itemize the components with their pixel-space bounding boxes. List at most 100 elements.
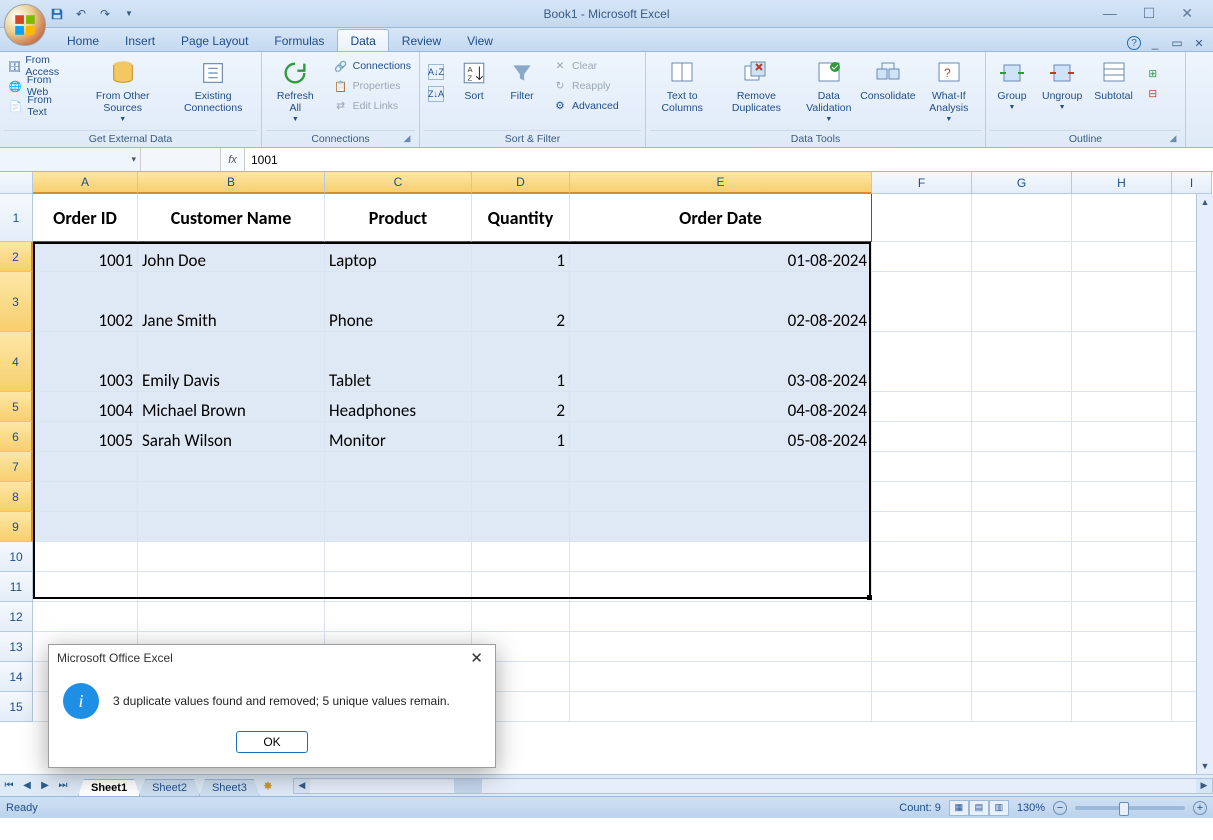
- cell[interactable]: [1072, 392, 1172, 422]
- cell[interactable]: [972, 662, 1072, 692]
- ribbon-restore-icon[interactable]: ▭: [1169, 35, 1185, 51]
- tab-review[interactable]: Review: [389, 29, 454, 51]
- cell[interactable]: 03-08-2024: [570, 332, 872, 392]
- cell[interactable]: [570, 542, 872, 572]
- cell[interactable]: 1005: [33, 422, 138, 452]
- dialog-close-icon[interactable]: ✕: [466, 649, 487, 667]
- cell[interactable]: [472, 542, 570, 572]
- cell[interactable]: Emily Davis: [138, 332, 325, 392]
- text-to-columns-button[interactable]: Text to Columns: [650, 56, 714, 116]
- filter-button[interactable]: Filter: [500, 56, 544, 104]
- cell[interactable]: John Doe: [138, 242, 325, 272]
- vertical-scrollbar[interactable]: ▲ ▼: [1196, 194, 1213, 774]
- cell[interactable]: [138, 572, 325, 602]
- cell[interactable]: 1: [472, 332, 570, 392]
- cell[interactable]: [972, 392, 1072, 422]
- office-button[interactable]: [4, 4, 46, 46]
- row-header-2[interactable]: 2: [0, 242, 33, 272]
- cell[interactable]: [872, 332, 972, 392]
- help-icon[interactable]: ?: [1127, 36, 1141, 50]
- cell[interactable]: [872, 662, 972, 692]
- zoom-out-icon[interactable]: −: [1053, 801, 1067, 815]
- cell[interactable]: [972, 452, 1072, 482]
- cell[interactable]: [325, 452, 472, 482]
- consolidate-button[interactable]: Consolidate: [863, 56, 913, 104]
- cell[interactable]: [1072, 272, 1172, 332]
- cell[interactable]: [33, 602, 138, 632]
- scroll-left-icon[interactable]: ◀: [294, 779, 310, 793]
- cell[interactable]: [1072, 572, 1172, 602]
- tab-page-layout[interactable]: Page Layout: [168, 29, 261, 51]
- cell[interactable]: Order ID: [33, 194, 138, 242]
- tab-view[interactable]: View: [454, 29, 506, 51]
- hide-detail-button[interactable]: ⊟: [1141, 84, 1165, 104]
- row-header-9[interactable]: 9: [0, 512, 33, 542]
- cell[interactable]: [325, 542, 472, 572]
- formula-input[interactable]: [244, 148, 1213, 171]
- cell[interactable]: 1004: [33, 392, 138, 422]
- cell[interactable]: Jane Smith: [138, 272, 325, 332]
- col-header-C[interactable]: C: [325, 172, 472, 194]
- cell[interactable]: [872, 392, 972, 422]
- cell[interactable]: [138, 482, 325, 512]
- scroll-right-icon[interactable]: ▶: [1196, 779, 1212, 793]
- ungroup-button[interactable]: Ungroup▼: [1038, 56, 1086, 113]
- cell[interactable]: [570, 602, 872, 632]
- cell[interactable]: [872, 242, 972, 272]
- cell[interactable]: [872, 422, 972, 452]
- col-header-H[interactable]: H: [1072, 172, 1172, 194]
- cell[interactable]: [972, 572, 1072, 602]
- cell[interactable]: [872, 602, 972, 632]
- cell[interactable]: Laptop: [325, 242, 472, 272]
- show-detail-button[interactable]: ⊞: [1141, 64, 1165, 84]
- cell[interactable]: [33, 452, 138, 482]
- cell[interactable]: [972, 194, 1072, 242]
- ribbon-close-icon[interactable]: ✕: [1191, 35, 1207, 51]
- cell[interactable]: [1072, 542, 1172, 572]
- undo-icon[interactable]: ↶: [72, 5, 90, 23]
- dialog-launcher-icon[interactable]: ◢: [401, 133, 413, 145]
- cell[interactable]: [872, 692, 972, 722]
- name-box[interactable]: [0, 148, 140, 171]
- tab-formulas[interactable]: Formulas: [261, 29, 337, 51]
- subtotal-button[interactable]: Subtotal: [1090, 56, 1137, 104]
- cell[interactable]: [325, 482, 472, 512]
- cell[interactable]: [570, 512, 872, 542]
- cell[interactable]: [570, 452, 872, 482]
- cell[interactable]: Monitor: [325, 422, 472, 452]
- cell[interactable]: [325, 512, 472, 542]
- sheet-nav-prev-icon[interactable]: ◀: [18, 777, 36, 795]
- sheet-tab-sheet3[interactable]: Sheet3: [199, 779, 260, 796]
- cell[interactable]: [570, 662, 872, 692]
- cell[interactable]: [972, 632, 1072, 662]
- cell[interactable]: Product: [325, 194, 472, 242]
- cell[interactable]: Tablet: [325, 332, 472, 392]
- cell[interactable]: [972, 512, 1072, 542]
- group-button[interactable]: Group▼: [990, 56, 1034, 113]
- row-header-4[interactable]: 4: [0, 332, 33, 392]
- row-header-1[interactable]: 1: [0, 194, 33, 242]
- scroll-up-icon[interactable]: ▲: [1197, 194, 1213, 210]
- cell[interactable]: [472, 452, 570, 482]
- cell[interactable]: [570, 632, 872, 662]
- tab-home[interactable]: Home: [54, 29, 112, 51]
- row-header-7[interactable]: 7: [0, 452, 33, 482]
- sheet-tab-sheet2[interactable]: Sheet2: [139, 779, 200, 796]
- advanced-filter-button[interactable]: ⚙Advanced: [548, 96, 623, 116]
- cell[interactable]: [972, 332, 1072, 392]
- cell[interactable]: Quantity: [472, 194, 570, 242]
- from-text-button[interactable]: 📄From Text: [4, 96, 76, 116]
- tab-insert[interactable]: Insert: [112, 29, 168, 51]
- cell[interactable]: [570, 572, 872, 602]
- from-web-button[interactable]: 🌐From Web: [4, 76, 76, 96]
- sort-button[interactable]: AZSort: [452, 56, 496, 104]
- row-header-3[interactable]: 3: [0, 272, 33, 332]
- from-access-button[interactable]: 🗄From Access: [4, 56, 76, 76]
- dialog-launcher-icon[interactable]: ◢: [1167, 133, 1179, 145]
- row-header-10[interactable]: 10: [0, 542, 33, 572]
- cell[interactable]: 1002: [33, 272, 138, 332]
- minimize-button[interactable]: —: [1103, 5, 1117, 22]
- cell[interactable]: [472, 602, 570, 632]
- close-button[interactable]: ✕: [1181, 5, 1193, 22]
- cell[interactable]: Order Date: [570, 194, 872, 242]
